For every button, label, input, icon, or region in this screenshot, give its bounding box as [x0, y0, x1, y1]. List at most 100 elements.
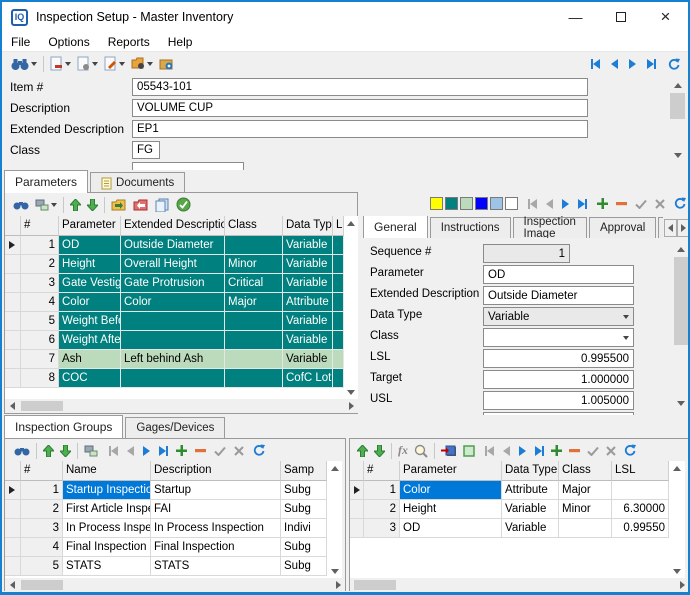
col-header-parameter[interactable]: Parameter — [400, 461, 502, 481]
last-button[interactable] — [535, 446, 544, 456]
tab-scroll-left-button[interactable] — [664, 219, 677, 237]
col-header-num[interactable]: # — [21, 461, 63, 481]
prior-record-button[interactable] — [611, 59, 618, 69]
class-select[interactable] — [483, 328, 634, 347]
tab-parameters[interactable]: Parameters — [4, 170, 88, 193]
close-button[interactable]: × — [643, 2, 688, 32]
lsl-field[interactable] — [483, 349, 634, 368]
search-button[interactable] — [8, 54, 40, 74]
cancel-button[interactable] — [606, 446, 616, 456]
formula-button[interactable]: fx — [395, 441, 411, 461]
sequence-field[interactable] — [483, 244, 570, 263]
col-header-num[interactable]: # — [364, 461, 400, 481]
detail-tab[interactable]: Instructions — [430, 217, 511, 238]
cancel-button[interactable] — [234, 446, 244, 456]
target-field[interactable] — [483, 370, 634, 389]
color-swatch[interactable] — [445, 197, 458, 210]
move-down-button[interactable] — [371, 441, 388, 461]
menu-item[interactable]: Options — [39, 35, 98, 49]
group-row[interactable]: 1 Startup Inspection Startup Subg — [5, 481, 327, 500]
search-button[interactable] — [10, 195, 32, 215]
ext-description-field[interactable] — [132, 120, 588, 138]
last-record-button[interactable] — [647, 59, 656, 69]
detail-scrollbar[interactable] — [673, 242, 689, 410]
color-swatch[interactable] — [490, 197, 503, 210]
col-header-data-type[interactable]: Data Type — [502, 461, 559, 481]
scroll-up-icon[interactable] — [674, 83, 682, 88]
approve-button[interactable] — [173, 195, 194, 215]
groups-grid-hscrollbar[interactable] — [5, 578, 345, 591]
copy-button[interactable] — [152, 195, 173, 215]
first-button[interactable] — [528, 199, 537, 209]
parameter-row[interactable]: 8 COC CofC Lot Do — [5, 369, 344, 388]
col-header-name[interactable]: Name — [63, 461, 151, 481]
group-parameter-row[interactable]: 2 Height Variable Minor 6.30000 — [350, 500, 669, 519]
move-up-button[interactable] — [354, 441, 371, 461]
cancel-button[interactable] — [655, 199, 665, 209]
formula-lookup-button[interactable] — [411, 441, 431, 461]
parameter-row[interactable]: 5 Weight Befo Variable — [5, 312, 344, 331]
new-record-button[interactable] — [47, 54, 74, 74]
tab-documents[interactable]: Documents — [90, 172, 185, 193]
color-swatch[interactable] — [475, 197, 488, 210]
parameter-row[interactable]: 6 Weight Afte Variable — [5, 331, 344, 350]
move-down-button[interactable] — [57, 441, 74, 461]
groups-grid-vscrollbar[interactable] — [327, 461, 342, 578]
tab-inspection-groups[interactable]: Inspection Groups — [4, 415, 123, 438]
col-header-parameter[interactable]: Parameter — [59, 216, 121, 236]
post-button[interactable] — [635, 199, 647, 209]
assign-monitor-button[interactable] — [438, 441, 460, 461]
col-header-num[interactable]: # — [21, 216, 59, 236]
tab-gages-devices[interactable]: Gages/Devices — [125, 417, 225, 438]
parameter-field[interactable] — [483, 265, 634, 284]
group-row[interactable]: 2 First Article Inspec FAI Subg — [5, 500, 327, 519]
description-field[interactable] — [132, 99, 588, 117]
group-params-grid-hscrollbar[interactable] — [350, 578, 689, 591]
col-header-class[interactable]: Class — [225, 216, 283, 236]
first-record-button[interactable] — [591, 59, 600, 69]
data-type-select[interactable]: Variable — [483, 307, 634, 326]
move-down-button[interactable] — [84, 195, 101, 215]
delete-button[interactable] — [569, 449, 580, 453]
export-button[interactable] — [130, 195, 152, 215]
group-parameter-row[interactable]: 1 Color Attribute Major — [350, 481, 669, 500]
col-header-description[interactable]: Description — [151, 461, 281, 481]
prior-button[interactable] — [127, 446, 134, 456]
detail-tab[interactable]: RealTi — [658, 217, 663, 238]
item-number-field[interactable] — [132, 78, 588, 96]
next-button[interactable] — [519, 446, 526, 456]
detail-tab[interactable]: Inspection Image — [513, 217, 587, 238]
refresh-button[interactable] — [252, 444, 265, 457]
prior-button[interactable] — [503, 446, 510, 456]
group-row[interactable]: 3 In Process Inspect In Process Inspecti… — [5, 519, 327, 538]
color-swatch[interactable] — [460, 197, 473, 210]
move-up-button[interactable] — [40, 441, 57, 461]
maximize-button[interactable] — [598, 2, 643, 32]
include-square-button[interactable] — [460, 441, 478, 461]
next-button[interactable] — [562, 199, 569, 209]
prior-button[interactable] — [546, 199, 553, 209]
menu-item[interactable]: Help — [159, 35, 202, 49]
tab-scroll-right-button[interactable] — [677, 219, 690, 237]
col-header-ext-description[interactable]: Extended Description — [121, 216, 225, 236]
usl-field[interactable] — [483, 391, 634, 410]
parameter-row[interactable]: 1 OD Outside Diameter Variable — [5, 236, 344, 255]
next-record-button[interactable] — [629, 59, 636, 69]
edit-record-button[interactable] — [101, 54, 128, 74]
group-params-grid-vscrollbar[interactable] — [669, 461, 685, 578]
col-header-lsl[interactable]: LSL — [612, 461, 669, 481]
color-swatch[interactable] — [505, 197, 518, 210]
detail-tab[interactable]: Approval — [589, 217, 656, 238]
record-settings-button[interactable] — [74, 54, 101, 74]
col-header-data-type[interactable]: Data Type — [283, 216, 333, 236]
parameters-grid-vscrollbar[interactable] — [344, 216, 358, 399]
form-scrollbar[interactable] — [669, 78, 686, 162]
first-button[interactable] — [485, 446, 494, 456]
refresh-button[interactable] — [673, 197, 686, 210]
col-header-l[interactable]: L — [333, 216, 344, 236]
record-templates-button[interactable] — [128, 54, 156, 74]
first-button[interactable] — [109, 446, 118, 456]
search-button[interactable] — [11, 441, 33, 461]
capture-image-button[interactable] — [156, 54, 177, 74]
move-up-button[interactable] — [67, 195, 84, 215]
